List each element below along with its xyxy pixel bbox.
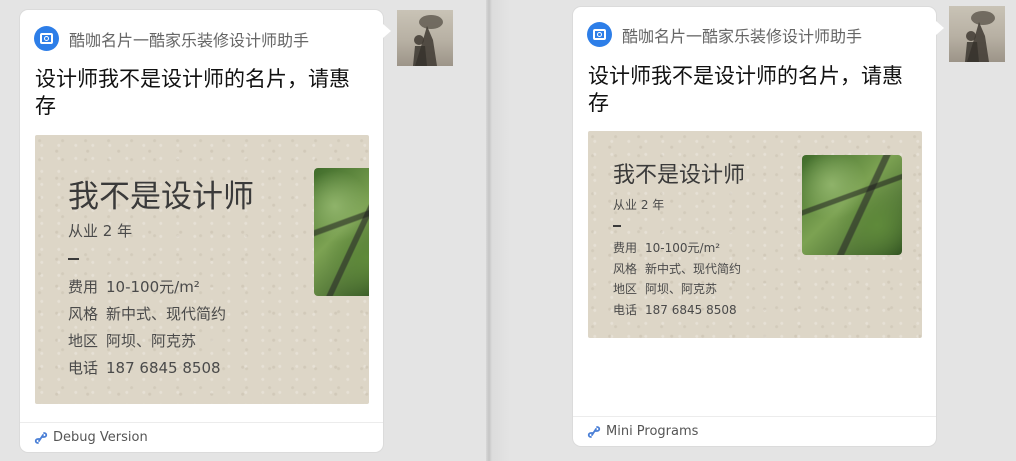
- camera-icon: [34, 26, 59, 51]
- camera-icon: [587, 22, 612, 47]
- card-row-style: 风格 新中式、现代简约: [613, 262, 742, 276]
- card-years: 从业 2 年: [68, 222, 133, 240]
- card-separator: [68, 258, 79, 260]
- card-title: 我不是设计师: [68, 179, 254, 215]
- business-card-preview[interactable]: 我不是设计师 从业 2 年 费用 10-100元/m² 风格 新中式、现代简约 地区…: [588, 131, 922, 338]
- card-row-phone: 电话 187 6845 8508: [68, 359, 221, 377]
- message-title: 设计师我不是设计师的名片，请惠存: [588, 64, 903, 115]
- designer-photo: [314, 168, 369, 296]
- footer-label: Debug Version: [53, 430, 148, 445]
- card-footer: Debug Version: [20, 422, 383, 452]
- card-row-fee: 费用 10-100元/m²: [613, 241, 721, 255]
- card-footer: Mini Programs: [573, 416, 936, 446]
- avatar[interactable]: [397, 10, 453, 66]
- card-separator: [613, 225, 621, 227]
- mini-program-link-icon: [34, 431, 48, 444]
- designer-photo: [802, 155, 902, 255]
- card-title: 我不是设计师: [613, 163, 746, 188]
- mini-program-card-release[interactable]: 酷咖名片一酷家乐装修设计师助手 设计师我不是设计师的名片，请惠存 我不是设计师 …: [573, 7, 944, 446]
- card-row-region: 地区 阿坝、阿克苏: [68, 332, 197, 350]
- card-header: 酷咖名片一酷家乐装修设计师助手: [34, 26, 309, 51]
- app-name: 酷咖名片一酷家乐装修设计师助手: [69, 30, 310, 50]
- card-header: 酷咖名片一酷家乐装修设计师助手: [587, 22, 862, 47]
- card-row-region: 地区 阿坝、阿克苏: [613, 282, 718, 296]
- mini-program-link-icon: [587, 425, 601, 438]
- card-row-phone: 电话 187 6845 8508: [613, 303, 737, 317]
- avatar-silhouette-icon: [413, 15, 443, 66]
- footer-label: Mini Programs: [606, 424, 699, 439]
- avatar-silhouette-icon: [965, 11, 995, 62]
- mini-program-card-debug[interactable]: 酷咖名片一酷家乐装修设计师助手 设计师我不是设计师的名片，请惠存 我不是设计师 …: [20, 10, 391, 452]
- app-name: 酷咖名片一酷家乐装修设计师助手: [622, 26, 863, 46]
- card-row-fee: 费用 10-100元/m²: [68, 278, 200, 296]
- split-divider: [486, 0, 510, 461]
- business-card-preview[interactable]: 我不是设计师 从业 2 年 费用 10-100元/m² 风格 新中式、现代简约 地区…: [35, 135, 369, 404]
- card-years: 从业 2 年: [613, 198, 665, 212]
- avatar[interactable]: [949, 6, 1005, 62]
- message-title: 设计师我不是设计师的名片，请惠存: [35, 67, 350, 118]
- card-row-style: 风格 新中式、现代简约: [68, 305, 227, 323]
